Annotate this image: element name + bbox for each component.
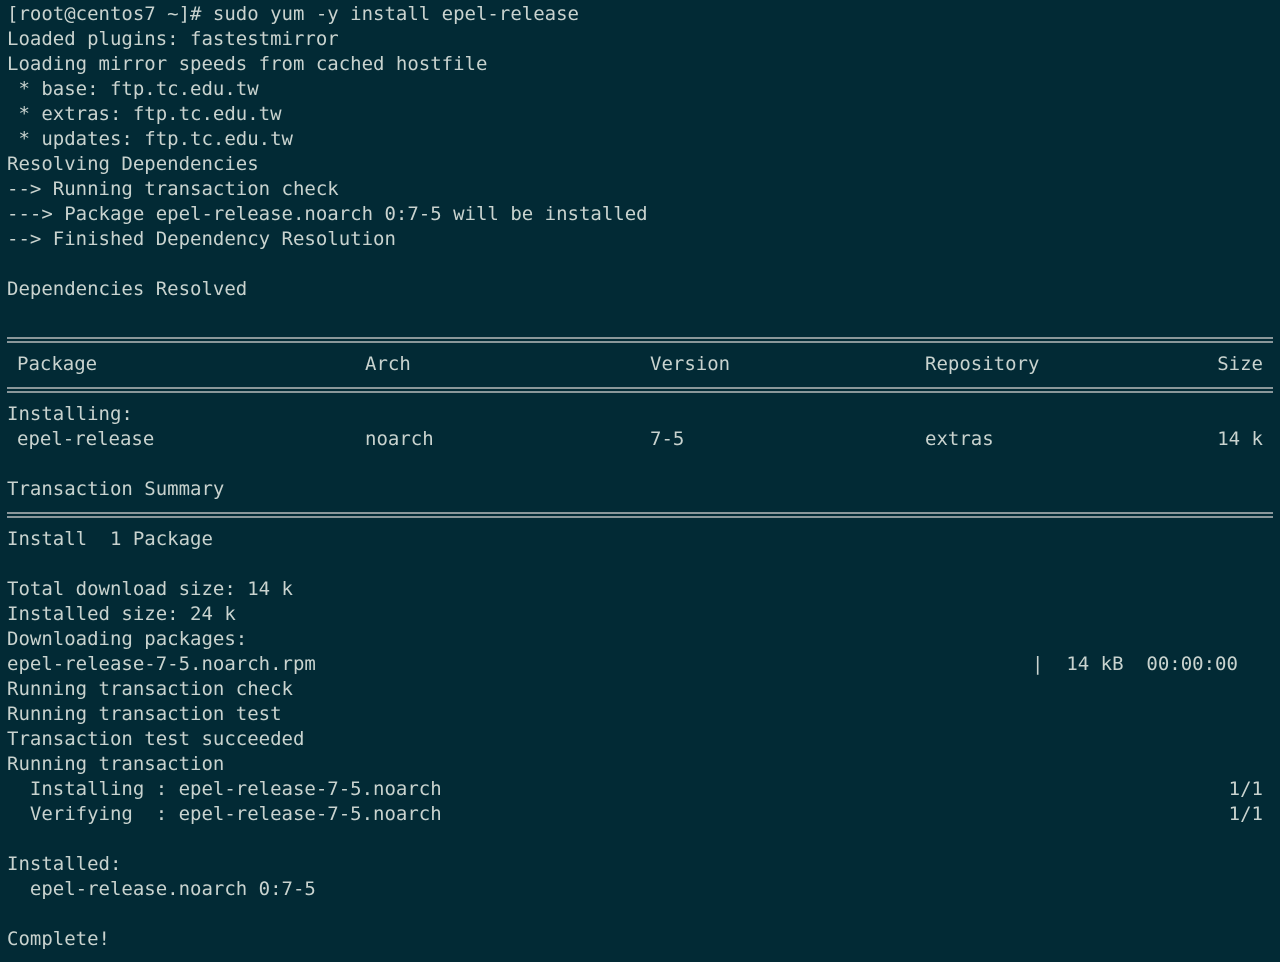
table-row: epel-release noarch 7-5 extras 14 k — [0, 427, 1280, 452]
step-label: Verifying : epel-release-7-5.noarch — [7, 803, 442, 825]
row-repository: extras — [925, 428, 994, 450]
step-progress: 1/1 — [1228, 803, 1263, 825]
row-arch: noarch — [365, 428, 434, 450]
row-size: 14 k — [1217, 428, 1263, 450]
table-header-row: Package Arch Version Repository Size — [0, 352, 1280, 377]
header-repository: Repository — [925, 353, 1040, 375]
output-line: * updates: ftp.tc.edu.tw — [7, 128, 293, 150]
output-line: Running transaction test — [7, 703, 282, 725]
output-line: Complete! — [7, 928, 110, 950]
output-line: * base: ftp.tc.edu.tw — [7, 78, 259, 100]
output-line: * extras: ftp.tc.edu.tw — [7, 103, 282, 125]
command-line: [root@centos7 ~]# sudo yum -y install ep… — [7, 3, 579, 25]
output-line: Running transaction — [7, 753, 225, 775]
output-line: Transaction test succeeded — [7, 728, 305, 750]
download-line: epel-release-7-5.noarch.rpm | 14 kB 00:0… — [0, 652, 1280, 677]
header-version: Version — [650, 353, 731, 375]
output-line: Install 1 Package — [7, 528, 213, 550]
step-label: Installing : epel-release-7-5.noarch — [7, 778, 442, 800]
output-line: Resolving Dependencies — [7, 153, 259, 175]
output-line: Downloading packages: — [7, 628, 248, 650]
download-file: epel-release-7-5.noarch.rpm — [7, 653, 316, 675]
download-stats: | 14 kB 00:00:00 — [1032, 653, 1238, 675]
output-line: Installed size: 24 k — [7, 603, 236, 625]
output-line: Running transaction check — [7, 678, 293, 700]
step-line: Verifying : epel-release-7-5.noarch 1/1 — [0, 802, 1280, 827]
terminal-window[interactable]: [root@centos7 ~]# sudo yum -y install ep… — [0, 0, 1280, 962]
table-rule — [0, 502, 1280, 527]
output-line: Dependencies Resolved — [7, 278, 248, 300]
section-heading: Transaction Summary — [7, 478, 225, 500]
output-line: --> Finished Dependency Resolution — [7, 228, 396, 250]
section-heading: Installing: — [7, 403, 133, 425]
output-line: Loading mirror speeds from cached hostfi… — [7, 53, 488, 75]
step-line: Installing : epel-release-7-5.noarch 1/1 — [0, 777, 1280, 802]
row-version: 7-5 — [650, 428, 685, 450]
table-rule — [0, 377, 1280, 402]
output-line: ---> Package epel-release.noarch 0:7-5 w… — [7, 203, 648, 225]
output-line: Loaded plugins: fastestmirror — [7, 28, 339, 50]
header-size: Size — [1217, 353, 1263, 375]
output-line: Total download size: 14 k — [7, 578, 293, 600]
section-heading: Installed: — [7, 853, 122, 875]
header-package: Package — [17, 353, 98, 375]
output-line: epel-release.noarch 0:7-5 — [7, 878, 316, 900]
step-progress: 1/1 — [1228, 778, 1263, 800]
output-line: --> Running transaction check — [7, 178, 339, 200]
table-rule — [0, 327, 1280, 352]
row-package: epel-release — [17, 428, 155, 450]
header-arch: Arch — [365, 353, 411, 375]
